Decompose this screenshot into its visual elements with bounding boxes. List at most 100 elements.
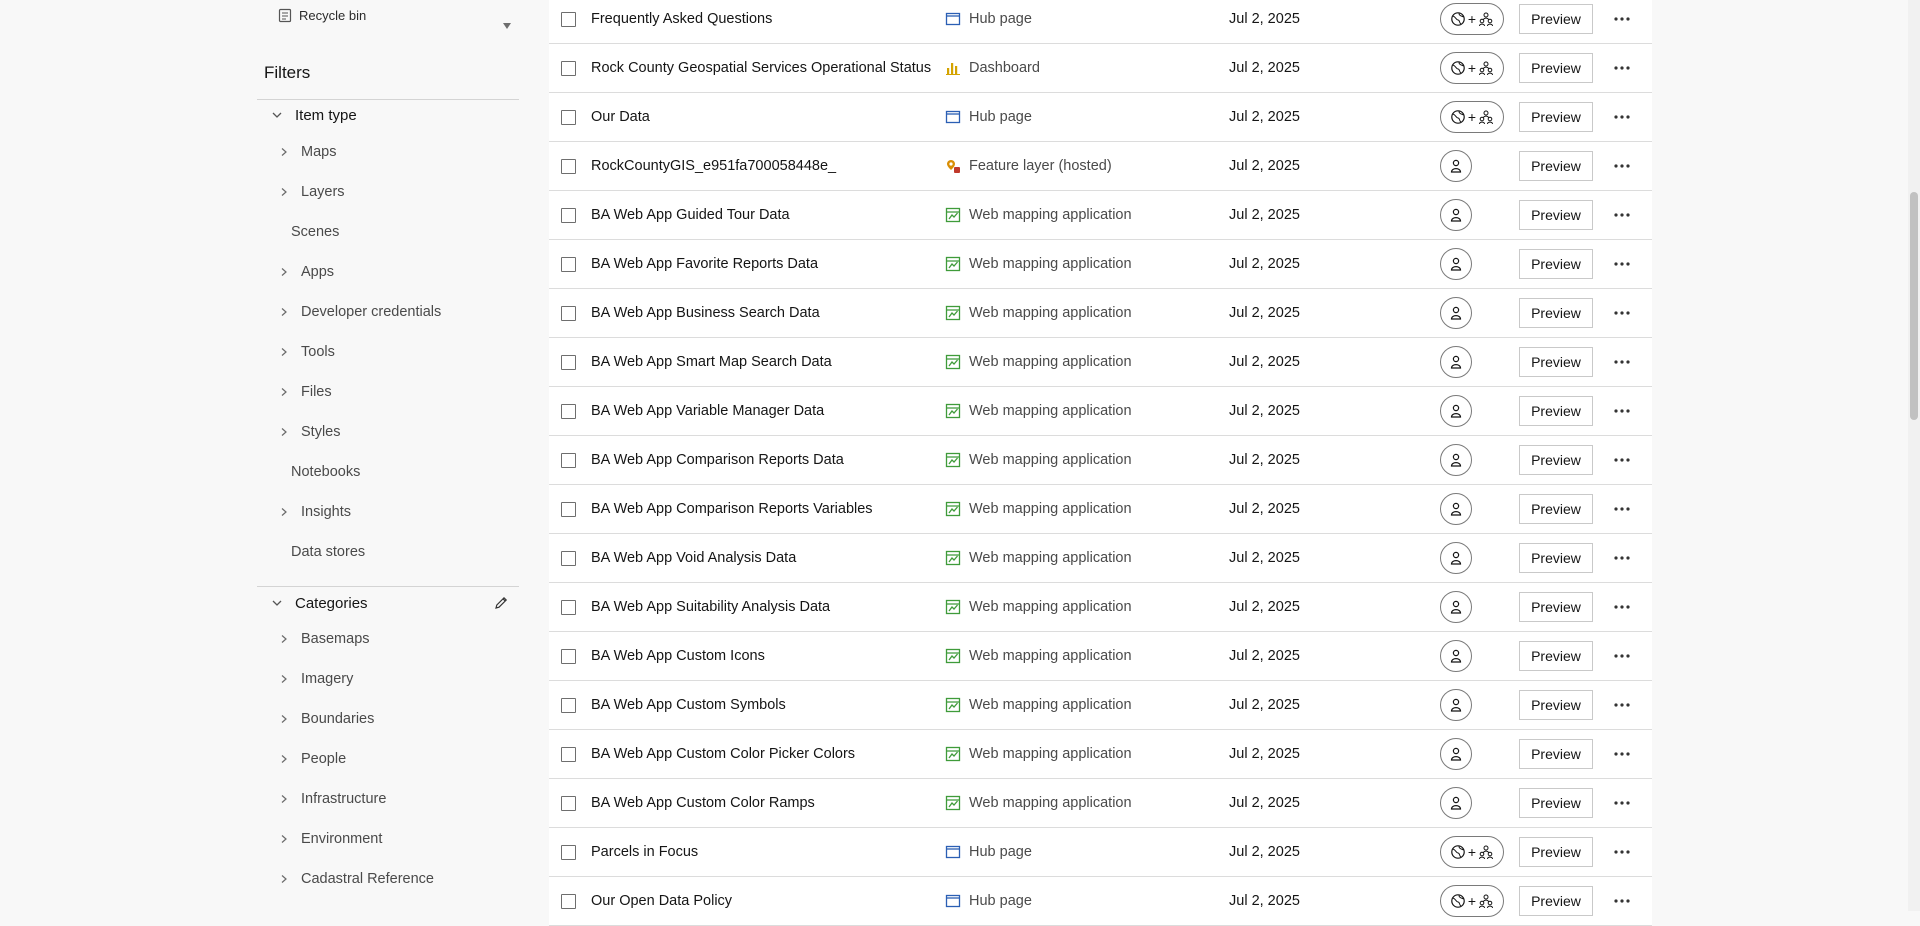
row-checkbox[interactable] bbox=[561, 452, 576, 468]
preview-button[interactable]: Preview bbox=[1519, 347, 1593, 377]
table-row[interactable]: BA Web App Custom Symbols Web mapping app… bbox=[549, 681, 1652, 730]
category-item[interactable]: Imagery bbox=[257, 663, 519, 695]
row-checkbox[interactable] bbox=[561, 599, 576, 615]
item-title-link[interactable]: BA Web App Suitability Analysis Data bbox=[591, 599, 830, 615]
page-scrollbar[interactable] bbox=[1908, 0, 1920, 911]
sharing-button[interactable]: + bbox=[1440, 52, 1504, 84]
preview-button[interactable]: Preview bbox=[1519, 886, 1593, 916]
item-title-link[interactable]: BA Web App Custom Icons bbox=[591, 648, 765, 664]
item-title-link[interactable]: BA Web App Favorite Reports Data bbox=[591, 256, 818, 272]
more-options-icon[interactable] bbox=[1612, 58, 1632, 78]
table-row[interactable]: BA Web App Variable Manager Data Web mapp… bbox=[549, 387, 1652, 436]
item-title-link[interactable]: Our Open Data Policy bbox=[591, 893, 732, 909]
item-title-link[interactable]: Frequently Asked Questions bbox=[591, 11, 772, 27]
row-checkbox[interactable] bbox=[561, 501, 576, 517]
category-item[interactable]: Boundaries bbox=[257, 703, 519, 735]
sharing-button[interactable]: + bbox=[1440, 836, 1504, 868]
table-row[interactable]: Our Open Data Policy Hub page Jul 2, 2025 +… bbox=[549, 877, 1652, 926]
category-item[interactable]: Infrastructure bbox=[257, 783, 519, 815]
preview-button[interactable]: Preview bbox=[1519, 53, 1593, 83]
row-checkbox[interactable] bbox=[561, 354, 576, 370]
more-options-icon[interactable] bbox=[1612, 254, 1632, 274]
scrollbar-thumb[interactable] bbox=[1910, 192, 1918, 420]
filter-item[interactable]: Scenes bbox=[257, 216, 519, 248]
sharing-button[interactable] bbox=[1440, 787, 1472, 819]
preview-button[interactable]: Preview bbox=[1519, 151, 1593, 181]
preview-button[interactable]: Preview bbox=[1519, 837, 1593, 867]
sharing-button[interactable]: + bbox=[1440, 3, 1504, 35]
preview-button[interactable]: Preview bbox=[1519, 249, 1593, 279]
preview-button[interactable]: Preview bbox=[1519, 102, 1593, 132]
sharing-button[interactable]: + bbox=[1440, 885, 1504, 917]
sharing-button[interactable] bbox=[1440, 493, 1472, 525]
row-checkbox[interactable] bbox=[561, 550, 576, 566]
more-options-icon[interactable] bbox=[1612, 9, 1632, 29]
more-options-icon[interactable] bbox=[1612, 744, 1632, 764]
more-options-icon[interactable] bbox=[1612, 156, 1632, 176]
categories-group-header[interactable]: Categories bbox=[257, 587, 519, 619]
item-type-group-header[interactable]: Item type bbox=[257, 99, 519, 131]
more-options-icon[interactable] bbox=[1612, 107, 1632, 127]
table-row[interactable]: Our Data Hub page Jul 2, 2025 + Preview bbox=[549, 93, 1652, 142]
item-title-link[interactable]: BA Web App Void Analysis Data bbox=[591, 550, 796, 566]
table-row[interactable]: BA Web App Void Analysis Data Web mapping… bbox=[549, 534, 1652, 583]
filter-item[interactable]: Insights bbox=[257, 496, 519, 528]
sharing-button[interactable] bbox=[1440, 248, 1472, 280]
category-item[interactable]: People bbox=[257, 743, 519, 775]
filter-item[interactable]: Data stores bbox=[257, 536, 519, 568]
more-options-icon[interactable] bbox=[1612, 499, 1632, 519]
more-options-icon[interactable] bbox=[1612, 597, 1632, 617]
row-checkbox[interactable] bbox=[561, 697, 576, 713]
row-checkbox[interactable] bbox=[561, 403, 576, 419]
filter-item[interactable]: Maps bbox=[257, 136, 519, 168]
item-title-link[interactable]: BA Web App Custom Symbols bbox=[591, 697, 786, 713]
table-row[interactable]: BA Web App Favorite Reports Data Web mapp… bbox=[549, 240, 1652, 289]
sharing-button[interactable] bbox=[1440, 542, 1472, 574]
table-row[interactable]: BA Web App Comparison Reports Data Web ma… bbox=[549, 436, 1652, 485]
table-row[interactable]: BA Web App Comparison Reports Variables W… bbox=[549, 485, 1652, 534]
more-options-icon[interactable] bbox=[1612, 450, 1632, 470]
item-title-link[interactable]: Parcels in Focus bbox=[591, 844, 698, 860]
more-options-icon[interactable] bbox=[1612, 205, 1632, 225]
row-checkbox[interactable] bbox=[561, 795, 576, 811]
sharing-button[interactable] bbox=[1440, 591, 1472, 623]
preview-button[interactable]: Preview bbox=[1519, 641, 1593, 671]
filter-item[interactable]: Developer credentials bbox=[257, 296, 519, 328]
more-options-icon[interactable] bbox=[1612, 695, 1632, 715]
row-checkbox[interactable] bbox=[561, 893, 576, 909]
preview-button[interactable]: Preview bbox=[1519, 298, 1593, 328]
table-row[interactable]: BA Web App Business Search Data Web mappi… bbox=[549, 289, 1652, 338]
preview-button[interactable]: Preview bbox=[1519, 543, 1593, 573]
row-checkbox[interactable] bbox=[561, 746, 576, 762]
table-row[interactable]: BA Web App Custom Color Picker Colors Web… bbox=[549, 730, 1652, 779]
more-options-icon[interactable] bbox=[1612, 401, 1632, 421]
category-item[interactable]: Cadastral Reference bbox=[257, 863, 519, 895]
row-checkbox[interactable] bbox=[561, 648, 576, 664]
table-row[interactable]: Rock County Geospatial Services Operatio… bbox=[549, 44, 1652, 93]
table-row[interactable]: BA Web App Smart Map Search Data Web mapp… bbox=[549, 338, 1652, 387]
filter-item[interactable]: Layers bbox=[257, 176, 519, 208]
preview-button[interactable]: Preview bbox=[1519, 494, 1593, 524]
item-title-link[interactable]: Our Data bbox=[591, 109, 650, 125]
more-options-icon[interactable] bbox=[1612, 352, 1632, 372]
preview-button[interactable]: Preview bbox=[1519, 788, 1593, 818]
item-title-link[interactable]: BA Web App Smart Map Search Data bbox=[591, 354, 832, 370]
recycle-bin-link[interactable]: Recycle bin bbox=[277, 4, 366, 26]
table-row[interactable]: BA Web App Custom Icons Web mapping appli… bbox=[549, 632, 1652, 681]
category-item[interactable]: Basemaps bbox=[257, 623, 519, 655]
table-row[interactable]: BA Web App Suitability Analysis Data Web … bbox=[549, 583, 1652, 632]
preview-button[interactable]: Preview bbox=[1519, 739, 1593, 769]
sharing-button[interactable]: + bbox=[1440, 101, 1504, 133]
table-row[interactable]: Parcels in Focus Hub page Jul 2, 2025 + Prev… bbox=[549, 828, 1652, 877]
sharing-button[interactable] bbox=[1440, 297, 1472, 329]
more-options-icon[interactable] bbox=[1612, 303, 1632, 323]
sharing-button[interactable] bbox=[1440, 640, 1472, 672]
row-checkbox[interactable] bbox=[561, 207, 576, 223]
sharing-button[interactable] bbox=[1440, 444, 1472, 476]
sharing-button[interactable] bbox=[1440, 395, 1472, 427]
item-title-link[interactable]: BA Web App Guided Tour Data bbox=[591, 207, 790, 223]
category-item[interactable]: Environment bbox=[257, 823, 519, 855]
sharing-button[interactable] bbox=[1440, 199, 1472, 231]
sharing-button[interactable] bbox=[1440, 150, 1472, 182]
preview-button[interactable]: Preview bbox=[1519, 4, 1593, 34]
